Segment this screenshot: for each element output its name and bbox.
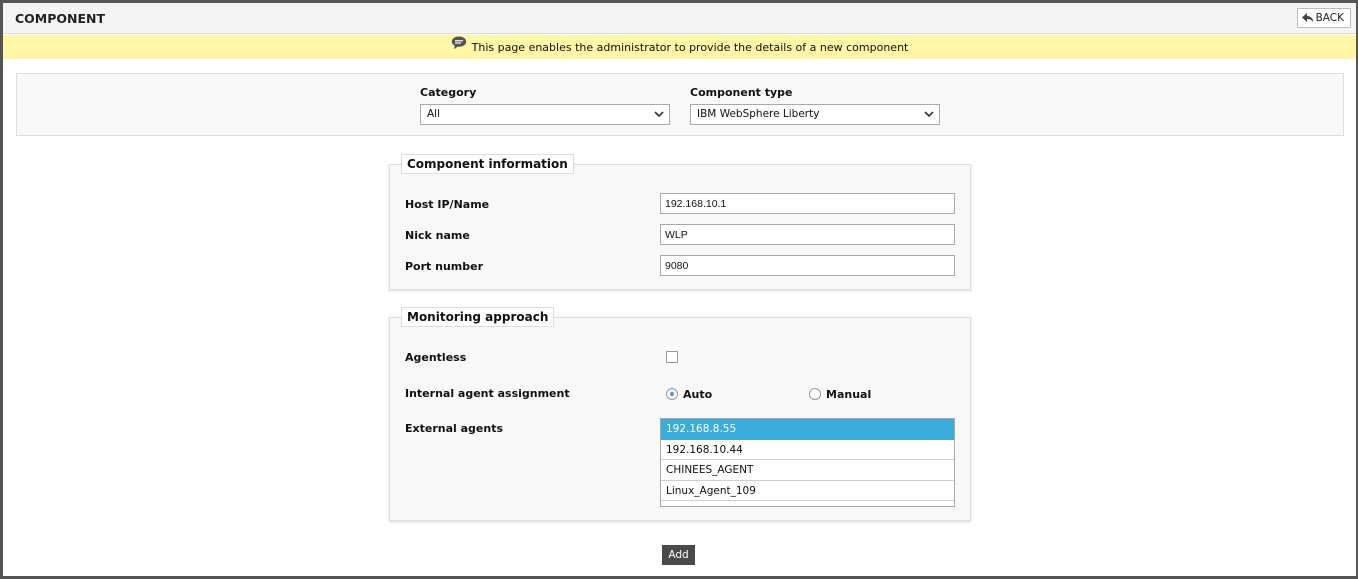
list-item[interactable]: 192.168.8.55: [661, 419, 954, 440]
category-select[interactable]: All: [420, 104, 670, 125]
info-message: This page enables the administrator to p…: [471, 40, 909, 54]
agentless-checkbox[interactable]: [666, 351, 678, 363]
external-agents-label: External agents: [405, 422, 504, 435]
port-number-label: Port number: [405, 260, 484, 273]
back-button[interactable]: BACK: [1296, 8, 1351, 28]
page-header: COMPONENT BACK: [3, 3, 1356, 34]
page-title: COMPONENT: [15, 11, 106, 26]
auto-radio-label: Auto: [683, 388, 713, 401]
host-input[interactable]: [660, 193, 955, 214]
add-button[interactable]: Add: [662, 545, 695, 565]
port-number-input[interactable]: [660, 255, 955, 276]
component-information-section: Component information Host IP/Name Nick …: [389, 154, 971, 290]
auto-radio[interactable]: [666, 388, 678, 400]
nick-name-input[interactable]: [660, 224, 955, 245]
component-type-select[interactable]: IBM WebSphere Liberty: [690, 104, 940, 125]
category-label: Category: [420, 86, 477, 99]
app-frame: COMPONENT BACK This page enables the adm…: [3, 3, 1356, 576]
list-item[interactable]: CHINEES_AGENT: [661, 460, 954, 481]
external-agents-listbox[interactable]: 192.168.8.55 192.168.10.44 CHINEES_AGENT…: [660, 418, 955, 507]
host-label: Host IP/Name: [405, 198, 490, 211]
back-arrow-icon: [1301, 13, 1314, 23]
filter-panel: Category All Component type IBM WebSpher…: [16, 73, 1344, 136]
component-type-value: IBM WebSphere Liberty: [697, 108, 820, 120]
monitoring-approach-section: Monitoring approach Agentless Internal a…: [389, 307, 971, 521]
chevron-down-icon: [654, 109, 664, 121]
agentless-label: Agentless: [405, 351, 467, 364]
speech-bubble-icon: [451, 36, 467, 53]
component-information-legend: Component information: [401, 154, 574, 174]
category-value: All: [427, 108, 441, 120]
component-type-field: Component type IBM WebSphere Liberty: [690, 86, 940, 125]
component-type-label: Component type: [690, 86, 793, 99]
nick-name-label: Nick name: [405, 229, 470, 242]
category-field: Category All: [420, 86, 670, 125]
back-button-label: BACK: [1315, 12, 1344, 24]
info-bar: This page enables the administrator to p…: [3, 35, 1356, 59]
list-item[interactable]: 192.168.10.44: [661, 440, 954, 460]
internal-agent-label: Internal agent assignment: [405, 387, 570, 400]
manual-radio-label: Manual: [826, 388, 872, 401]
chevron-down-icon: [924, 109, 934, 121]
list-item[interactable]: Linux_Agent_109: [661, 481, 954, 501]
monitoring-approach-legend: Monitoring approach: [401, 307, 555, 327]
manual-radio[interactable]: [809, 388, 821, 400]
